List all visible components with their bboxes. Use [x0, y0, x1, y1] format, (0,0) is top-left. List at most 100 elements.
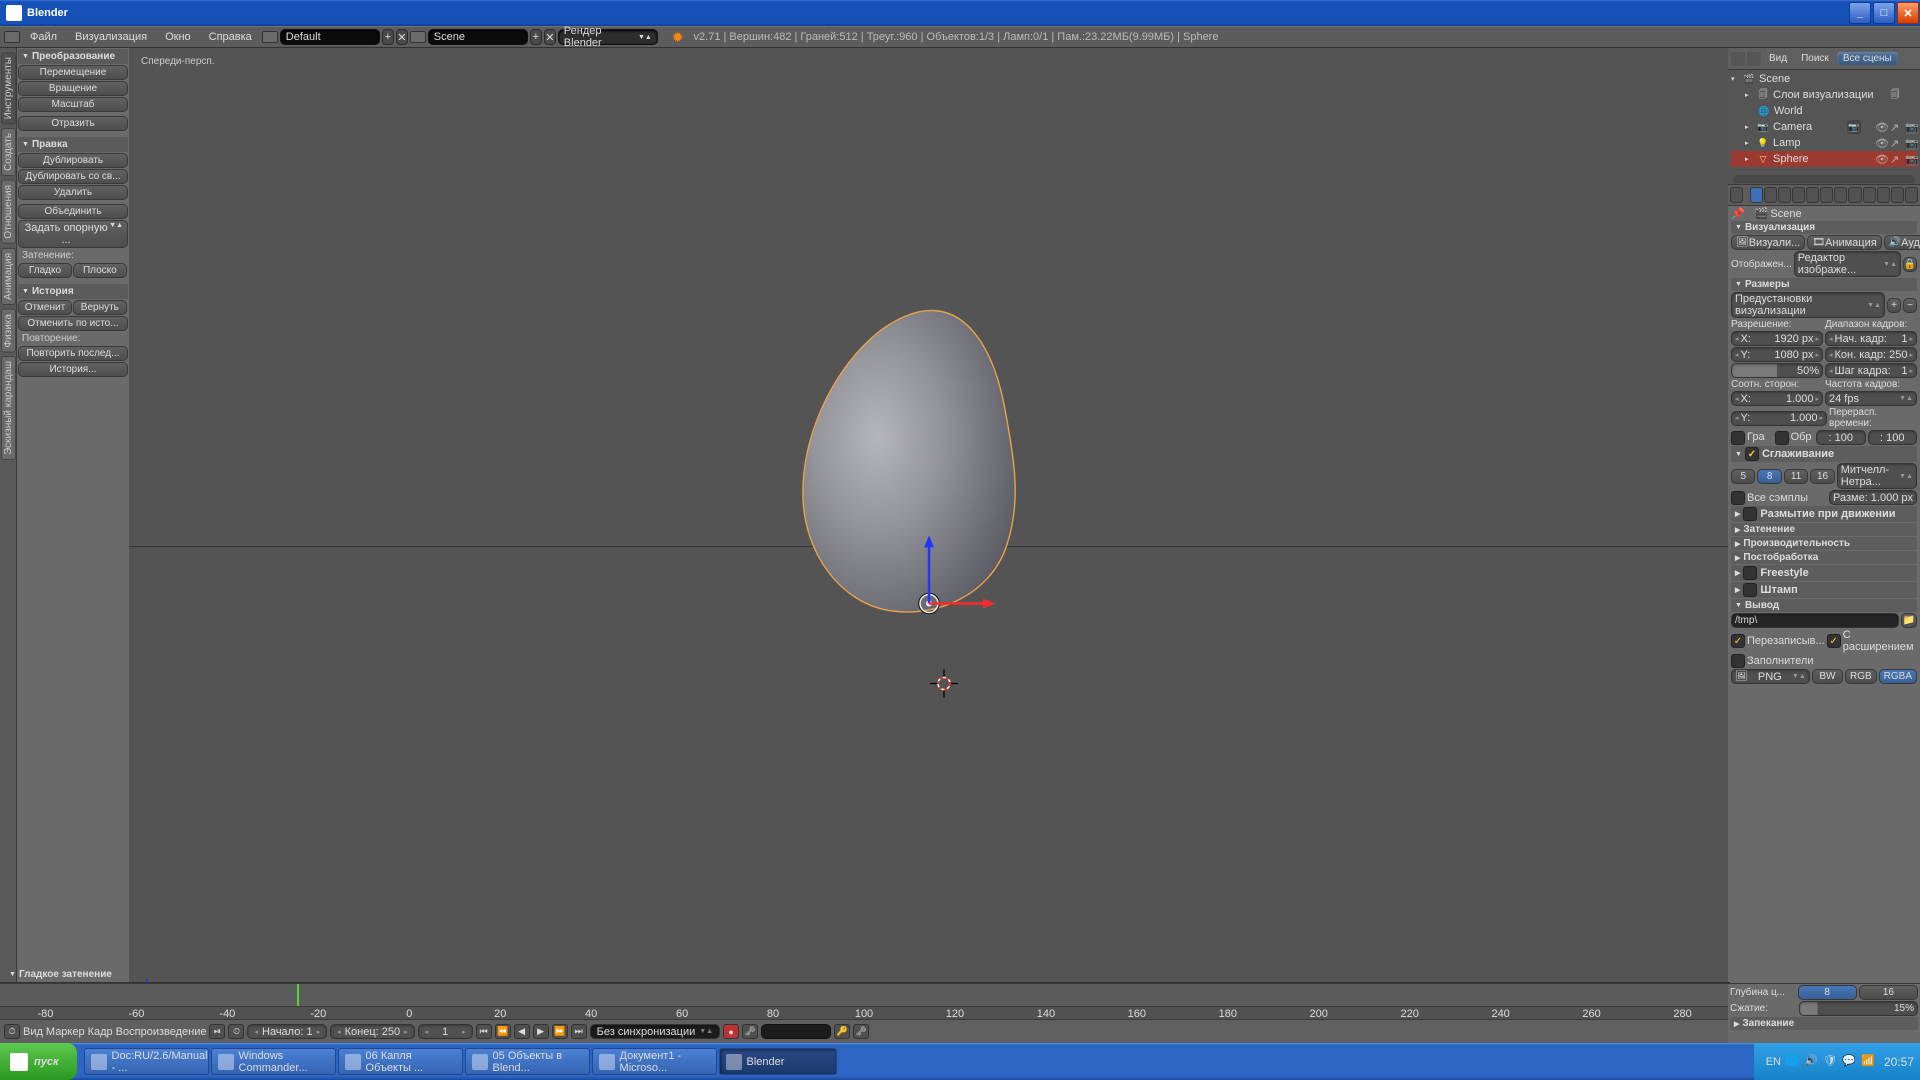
output-header[interactable]: Вывод [1731, 599, 1917, 612]
undo-button[interactable]: Отменит [18, 300, 72, 315]
timeline-cursor[interactable] [297, 984, 299, 1006]
prop-tab-render-icon[interactable] [1750, 187, 1763, 203]
render-image-button[interactable]: 🖼Визуали... [1731, 235, 1805, 250]
res-pct-input[interactable]: 50% [1731, 363, 1823, 378]
outliner-view-menu[interactable]: Вид [1763, 52, 1793, 65]
tab-create[interactable]: Создать [1, 128, 16, 176]
shade-flat-button[interactable]: Плоско [73, 263, 127, 278]
scene-browse-icon[interactable] [410, 31, 426, 43]
pin-icon[interactable]: 📌 [1731, 207, 1745, 220]
outliner-sphere-row[interactable]: ▸▽Sphere⠀👁↗📷 [1731, 151, 1917, 167]
timeline-frame-menu[interactable]: Кадр [88, 1026, 113, 1038]
play-button[interactable]: ▶ [533, 1024, 549, 1039]
prop-tab-object-icon[interactable] [1806, 187, 1819, 203]
remap-old-input[interactable]: : 100 [1816, 430, 1866, 445]
preset-del-button[interactable]: − [1903, 298, 1917, 313]
jump-prevkey-button[interactable]: ⏪ [495, 1024, 511, 1039]
transform-gizmo[interactable] [859, 534, 999, 677]
operator-header[interactable]: Гладкое затенение [5, 968, 124, 981]
outliner-search-menu[interactable]: Поиск [1795, 52, 1835, 65]
aa-size-input[interactable]: Разме: 1.000 px [1829, 490, 1917, 505]
aa-8-button[interactable]: 8 [1757, 469, 1781, 484]
outliner-world-row[interactable]: 🌐World [1731, 103, 1917, 119]
tray-icon[interactable]: 📶 [1861, 1054, 1876, 1069]
frame-start-input[interactable]: ◂Нач. кадр:1▸ [1825, 331, 1917, 346]
history-header[interactable]: История [18, 284, 128, 299]
tab-physics[interactable]: Физика [1, 309, 16, 353]
keyingset-del-button[interactable]: 🗝 [853, 1024, 869, 1039]
outliner-scene-row[interactable]: ▾🎬Scene [1731, 71, 1917, 87]
jump-nextkey-button[interactable]: ⏩ [552, 1024, 568, 1039]
antialias-header[interactable]: ✓Сглаживание [1731, 446, 1917, 462]
rotate-button[interactable]: Вращение [18, 81, 128, 96]
editor-type-icon[interactable] [4, 31, 20, 43]
redo-button[interactable]: Вернуть [73, 300, 127, 315]
prop-tab-modifiers-icon[interactable] [1834, 187, 1847, 203]
set-origin-button[interactable]: Задать опорную ...▼▲ [18, 220, 128, 248]
freestyle-header[interactable]: Freestyle [1731, 565, 1917, 581]
performance-header[interactable]: Производительность [1731, 537, 1917, 550]
stamp-header[interactable]: Штамп [1731, 582, 1917, 598]
motionblur-header[interactable]: Размытие при движении [1731, 506, 1917, 522]
taskbar-item[interactable]: Blender [719, 1048, 837, 1075]
frame-step-input[interactable]: ◂Шаг кадра:1▸ [1825, 363, 1917, 378]
history-list-button[interactable]: История... [18, 362, 128, 377]
render-animation-button[interactable]: 🎞Анимация [1807, 235, 1881, 250]
tab-relations[interactable]: Отношения [1, 180, 16, 244]
duplicate-linked-button[interactable]: Дублировать со св... [18, 169, 128, 184]
range-limit-icon[interactable]: ⏯ [209, 1024, 225, 1039]
repeat-last-button[interactable]: Повторить послед... [18, 346, 128, 361]
remap-new-input[interactable]: : 100 [1868, 430, 1918, 445]
tab-animation[interactable]: Анимация [1, 248, 16, 305]
window-menu[interactable]: Окно [157, 30, 199, 44]
rgba-button[interactable]: RGBA [1879, 669, 1917, 684]
taskbar-item[interactable]: Windows Commander... [211, 1048, 336, 1075]
compression-input[interactable]: 15% [1799, 1001, 1918, 1016]
rgb-button[interactable]: RGB [1845, 669, 1877, 684]
jump-last-button[interactable]: ⏭ [571, 1024, 587, 1039]
layout-del-button[interactable]: ✕ [396, 29, 408, 45]
keyingset-add-button[interactable]: 🔑 [834, 1024, 850, 1039]
timeline-marker-menu[interactable]: Маркер [46, 1026, 85, 1038]
output-browse-button[interactable]: 📁 [1901, 613, 1917, 628]
output-path-input[interactable]: /tmp\ [1731, 613, 1899, 628]
prop-tab-physics-icon[interactable] [1905, 187, 1918, 203]
postprocessing-header[interactable]: Постобработка [1731, 551, 1917, 564]
play-reverse-button[interactable]: ◀ [514, 1024, 530, 1039]
jump-first-button[interactable]: ⏮ [476, 1024, 492, 1039]
timeline-editor-type-icon[interactable]: ⏱ [4, 1024, 20, 1039]
display-mode-select[interactable]: Редактор изображе...▼▲ [1794, 251, 1901, 277]
transform-header[interactable]: Преобразование [18, 49, 128, 64]
tab-tools[interactable]: Инструменты [1, 52, 16, 124]
undo-history-button[interactable]: Отменить по исто... [18, 316, 128, 331]
preset-add-button[interactable]: + [1887, 298, 1901, 313]
render-preset-select[interactable]: Предустановки визуализации▼▲ [1731, 292, 1885, 318]
lock-icon[interactable]: 🔒 [1903, 257, 1917, 272]
shade-smooth-button[interactable]: Гладко [18, 263, 72, 278]
shading-header[interactable]: Затенение [1731, 523, 1917, 536]
aa-filter-select[interactable]: Митчелл-Нетра...▼▲ [1837, 463, 1917, 489]
aa-16-button[interactable]: 16 [1810, 469, 1834, 484]
res-x-input[interactable]: ◂X:1920 px▸ [1731, 331, 1823, 346]
prop-tab-world-icon[interactable] [1792, 187, 1805, 203]
prop-tab-particles-icon[interactable] [1891, 187, 1904, 203]
end-frame-input[interactable]: ◂Конец: 250▸ [330, 1024, 415, 1039]
edit-header[interactable]: Правка [18, 137, 128, 152]
aa-5-button[interactable]: 5 [1731, 469, 1755, 484]
tray-icon[interactable]: 🛡 [1823, 1054, 1838, 1069]
keyingset-icon[interactable]: 🗝 [742, 1024, 758, 1039]
taskbar-item[interactable]: Doc:RU/2.6/Manual - ... [84, 1048, 209, 1075]
language-indicator[interactable]: EN [1766, 1056, 1781, 1068]
depth-16-button[interactable]: 16 [1859, 985, 1918, 1000]
timeline-track[interactable] [0, 984, 1728, 1006]
render-menu[interactable]: Визуализация [67, 30, 155, 44]
window-minimize-button[interactable]: _ [1849, 2, 1871, 24]
sync-mode-select[interactable]: Без синхронизации▼▲ [590, 1024, 720, 1039]
prop-tab-texture-icon[interactable] [1877, 187, 1890, 203]
timeline-view-menu[interactable]: Вид [23, 1026, 43, 1038]
scene-add-button[interactable]: + [530, 29, 542, 45]
scale-button[interactable]: Масштаб [18, 97, 128, 112]
crop-checkbox[interactable] [1775, 431, 1789, 445]
screen-layout-select[interactable]: Default [280, 29, 380, 45]
tray-icon[interactable]: 🔊 [1804, 1054, 1819, 1069]
